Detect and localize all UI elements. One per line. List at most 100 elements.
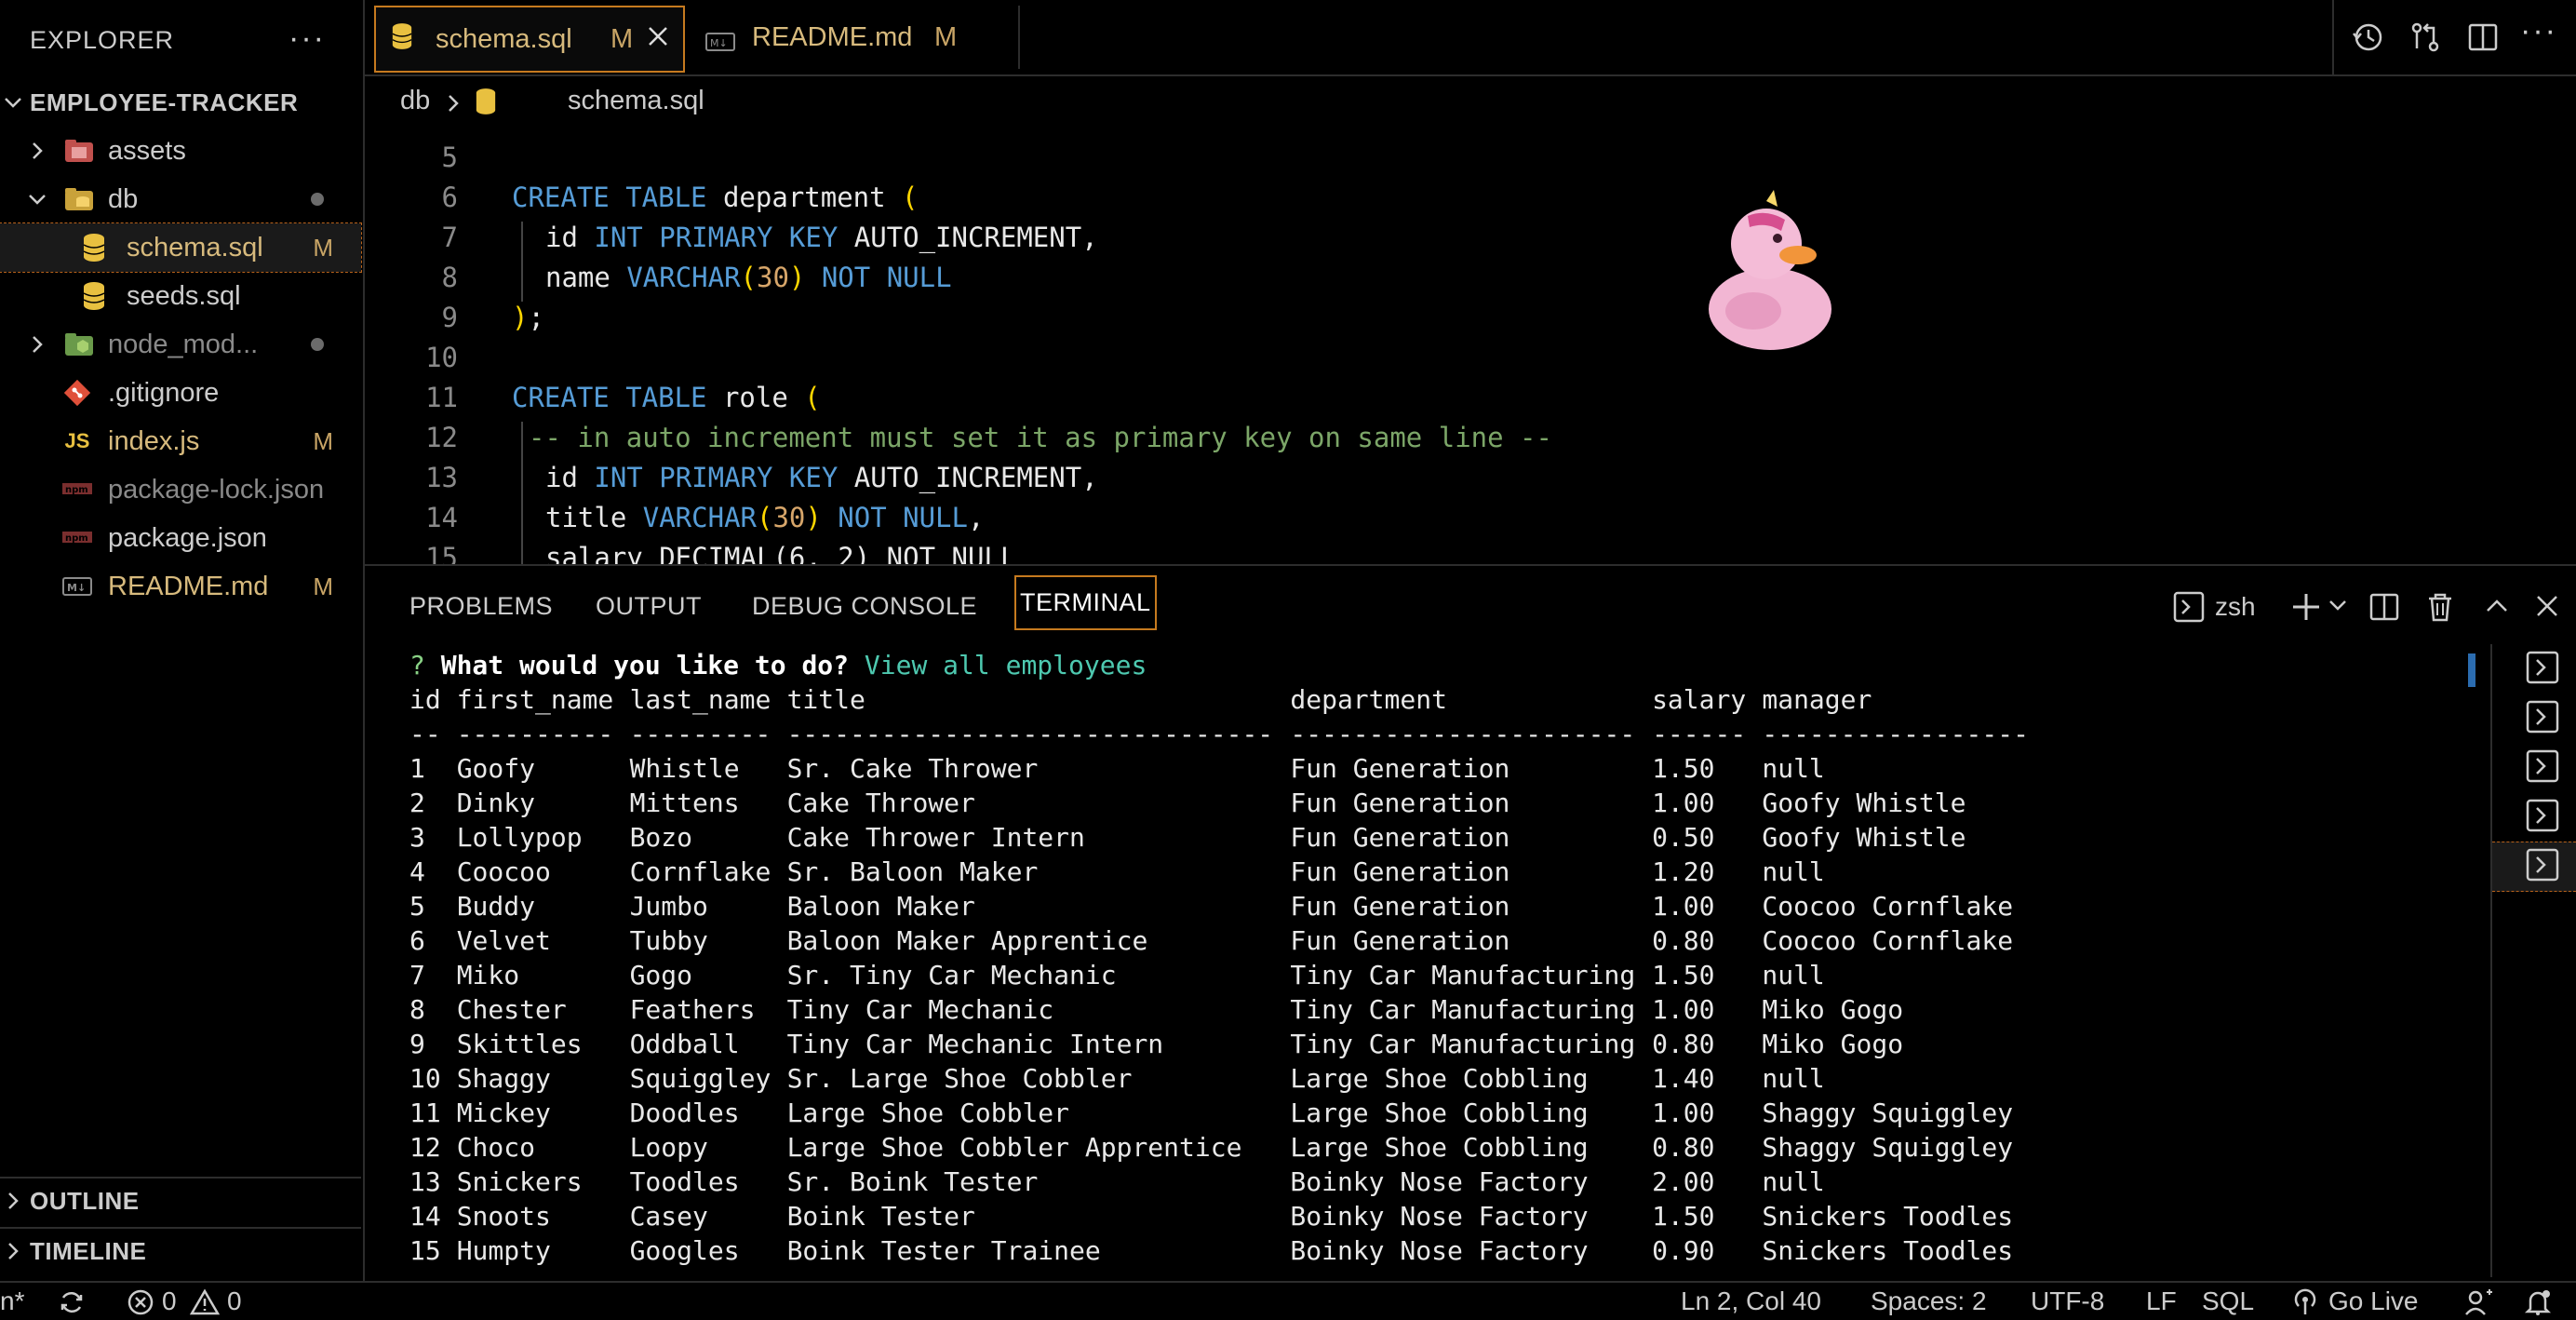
- terminal-instance-icon[interactable]: [2524, 650, 2561, 685]
- npm-icon: npm: [61, 522, 93, 554]
- broadcast-icon[interactable]: [2291, 1288, 2319, 1316]
- breadcrumb-file[interactable]: schema.sql: [568, 86, 704, 116]
- go-live-button[interactable]: Go Live: [2328, 1286, 2419, 1316]
- table-cell: Coocoo Cornflake: [1762, 925, 2014, 956]
- tree-item-label: package-lock.json: [108, 474, 325, 505]
- terminal-instance-icon[interactable]: [2524, 699, 2561, 734]
- tab-terminal[interactable]: TERMINAL: [1014, 575, 1157, 630]
- table-cell: 14: [409, 1201, 441, 1232]
- database-file-icon: [78, 232, 110, 263]
- table-cell: 1.50: [1652, 960, 1715, 990]
- indentation[interactable]: Spaces: 2: [1871, 1286, 1987, 1316]
- line-ending[interactable]: LF: [2146, 1286, 2177, 1316]
- shell-name[interactable]: zsh: [2215, 592, 2256, 622]
- trash-icon[interactable]: [2423, 590, 2457, 624]
- table-cell: 10: [409, 1063, 441, 1094]
- accounts-feedback-icon[interactable]: [2464, 1288, 2494, 1316]
- table-cell: Tiny Car Mechanic: [786, 994, 1054, 1025]
- split-terminal-icon[interactable]: [2368, 590, 2401, 624]
- tab-schema-sql[interactable]: schema.sql M: [374, 6, 685, 73]
- tree-item-readme[interactable]: M↓ README.md M: [0, 562, 361, 611]
- table-cell: Feathers: [629, 994, 756, 1025]
- modified-badge: M: [934, 21, 958, 52]
- table-cell: 1.00: [1652, 788, 1715, 818]
- language-mode[interactable]: SQL: [2202, 1286, 2254, 1316]
- project-header[interactable]: EMPLOYEE-TRACKER: [0, 78, 361, 127]
- table-cell: Chester: [456, 994, 567, 1025]
- close-panel-icon[interactable]: [2533, 592, 2561, 620]
- tree-item-node-modules[interactable]: node_mod...: [0, 320, 361, 369]
- more-actions-icon[interactable]: ···: [288, 20, 326, 57]
- chevron-down-icon[interactable]: [2327, 594, 2349, 616]
- table-cell: Tiny Car Manufacturing: [1290, 994, 1636, 1025]
- table-cell: Velvet: [456, 925, 551, 956]
- notifications-bell-icon[interactable]: [2524, 1288, 2552, 1316]
- error-count[interactable]: 0: [162, 1286, 177, 1316]
- tab-problems[interactable]: PROBLEMS: [409, 592, 553, 621]
- encoding[interactable]: UTF-8: [2031, 1286, 2104, 1316]
- table-cell: Dinky: [456, 788, 535, 818]
- code-editor[interactable]: 5 6 CREATE TABLE department ( 7 id INT PRI…: [365, 127, 2576, 564]
- cursor-position[interactable]: Ln 2, Col 40: [1681, 1286, 1821, 1316]
- terminal-output[interactable]: ? What would you like to do? View all em…: [409, 650, 2030, 1270]
- table-cell: Snickers Toodles: [1762, 1235, 2014, 1266]
- tree-item-index-js[interactable]: JS index.js M: [0, 417, 361, 465]
- tree-item-assets[interactable]: assets: [0, 127, 361, 175]
- table-cell: Googles: [629, 1235, 740, 1266]
- divider: [2332, 0, 2334, 74]
- table-cell: Cake Thrower: [786, 788, 975, 818]
- outline-section[interactable]: OUTLINE: [0, 1177, 361, 1225]
- split-editor-icon[interactable]: [2466, 20, 2500, 54]
- terminal-icon: [2173, 591, 2205, 623]
- add-terminal-icon[interactable]: [2289, 590, 2323, 624]
- table-row: 4 Coocoo Cornflake Sr. Baloon Maker Fun Gene…: [409, 856, 2030, 891]
- table-cell: Choco: [456, 1132, 535, 1163]
- sync-icon[interactable]: [58, 1288, 86, 1316]
- branch-name[interactable]: n*: [0, 1286, 24, 1316]
- git-icon: [61, 377, 93, 409]
- table-cell: Tiny Car Manufacturing: [1290, 960, 1636, 990]
- table-cell: Large Shoe Cobbler Apprentice: [786, 1132, 1242, 1163]
- table-cell: null: [1762, 960, 1825, 990]
- terminal-instance-icon[interactable]: [2524, 798, 2561, 833]
- terminal-instance-icon[interactable]: [2524, 847, 2561, 882]
- table-cell: Toodles: [629, 1166, 740, 1197]
- maximize-panel-icon[interactable]: [2483, 592, 2511, 620]
- tab-output[interactable]: OUTPUT: [596, 592, 702, 621]
- timeline-section[interactable]: TIMELINE: [0, 1227, 361, 1275]
- chevron-right-icon: [33, 336, 43, 353]
- table-cell: Sr. Cake Thrower: [786, 753, 1039, 784]
- rubber-duck-image: [1709, 190, 1831, 350]
- tab-debug-console[interactable]: DEBUG CONSOLE: [752, 592, 977, 621]
- tree-item-db[interactable]: db: [0, 175, 361, 223]
- tab-label: README.md: [752, 21, 913, 52]
- table-cell: first_name: [456, 684, 614, 715]
- tab-readme[interactable]: M↓ README.md M: [692, 6, 1020, 69]
- error-icon[interactable]: [127, 1288, 154, 1316]
- warning-count[interactable]: 0: [227, 1286, 242, 1316]
- more-actions-icon[interactable]: ···: [2520, 13, 2557, 49]
- tree-item-seeds-sql[interactable]: seeds.sql: [0, 272, 361, 320]
- tree-item-gitignore[interactable]: .gitignore: [0, 369, 361, 417]
- table-row: 15 Humpty Googles Boink Tester Trainee Boink…: [409, 1235, 2030, 1270]
- table-cell: Miko: [456, 960, 520, 990]
- table-cell: Sr. Baloon Maker: [786, 856, 1039, 887]
- table-cell: Shaggy: [456, 1063, 551, 1094]
- tree-item-package-lock[interactable]: npm package-lock.json: [0, 465, 361, 514]
- breadcrumb-folder[interactable]: db: [400, 86, 430, 116]
- tree-item-schema-sql[interactable]: schema.sql M: [0, 222, 362, 273]
- tab-label: schema.sql: [436, 23, 572, 54]
- table-cell: 9: [409, 1029, 425, 1059]
- tree-item-package-json[interactable]: npm package.json: [0, 514, 361, 562]
- table-cell: null: [1762, 1166, 1825, 1197]
- compare-changes-icon[interactable]: [2408, 20, 2442, 54]
- warning-icon[interactable]: [190, 1288, 220, 1316]
- tree-item-label: seeds.sql: [127, 280, 241, 311]
- tree-item-label: README.md: [108, 571, 269, 601]
- table-cell: Fun Generation: [1290, 891, 1510, 922]
- terminal-instance-icon[interactable]: [2524, 748, 2561, 784]
- close-icon[interactable]: [646, 24, 670, 56]
- tree-item-label: package.json: [108, 522, 267, 553]
- timeline-history-icon[interactable]: [2351, 20, 2384, 54]
- table-cell: Jumbo: [629, 891, 708, 922]
